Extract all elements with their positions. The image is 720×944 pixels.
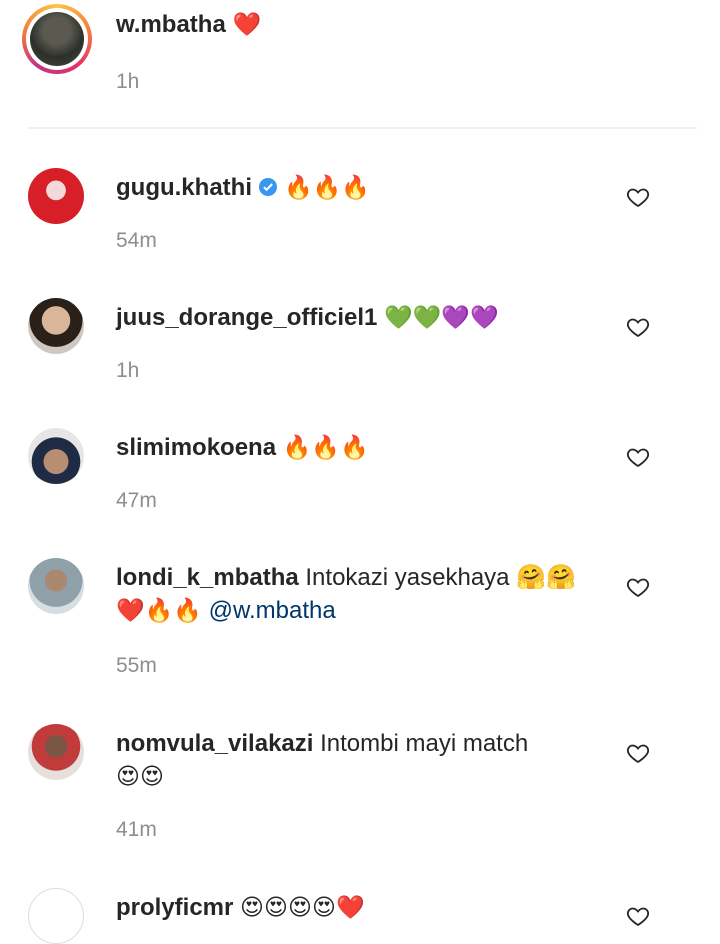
comment-timestamp: 55m	[116, 654, 157, 677]
comment-text: londi_k_mbatha Intokazi yasekhaya 🤗🤗 ❤️🔥…	[116, 561, 596, 628]
comment-avatar[interactable]	[28, 558, 84, 614]
comment-message: Intokazi yasekhaya 🤗🤗	[305, 564, 576, 591]
comment-avatar[interactable]	[28, 888, 84, 944]
caption-timestamp: 1h	[116, 70, 140, 93]
comment-avatar[interactable]	[28, 168, 84, 224]
comment-username[interactable]: nomvula_vilakazi	[116, 730, 313, 757]
comment-text: slimimokoena 🔥🔥🔥	[116, 431, 596, 465]
heart-outline-icon[interactable]	[626, 741, 650, 765]
comment-message: 😍😍😍😍❤️	[240, 895, 365, 921]
comment-username[interactable]: gugu.khathi	[116, 174, 252, 201]
comment-text: gugu.khathi 🔥🔥🔥	[116, 171, 596, 206]
comment-message-emoji: 😍😍	[116, 764, 164, 790]
heart-outline-icon[interactable]	[626, 445, 650, 469]
caption-message: ❤️	[232, 12, 262, 38]
caption-username[interactable]: w.mbatha	[116, 11, 226, 38]
comment-avatar[interactable]	[28, 298, 84, 354]
comment-message: 💚💚💜💜	[384, 305, 499, 331]
comment-username[interactable]: londi_k_mbatha	[116, 564, 299, 591]
comment-row: prolyficmr 😍😍😍😍❤️	[0, 888, 720, 944]
comment-message: 🔥🔥🔥	[283, 175, 370, 201]
comment-row: nomvula_vilakazi Intombi mayi match 😍😍 4…	[0, 724, 720, 848]
comment-row: slimimokoena 🔥🔥🔥 47m	[0, 428, 720, 518]
comment-timestamp: 54m	[116, 229, 157, 252]
verified-badge-icon	[258, 173, 278, 206]
heart-outline-icon[interactable]	[626, 575, 650, 599]
comment-avatar[interactable]	[28, 724, 84, 780]
comment-message: Intombi mayi match	[320, 730, 529, 757]
comment-row: gugu.khathi 🔥🔥🔥 54m	[0, 168, 720, 258]
heart-outline-icon[interactable]	[626, 185, 650, 209]
comment-text: prolyficmr 😍😍😍😍❤️	[116, 891, 596, 925]
comment-username[interactable]: slimimokoena	[116, 434, 276, 461]
comment-mention[interactable]: @w.mbatha	[209, 597, 336, 624]
comment-timestamp: 1h	[116, 359, 140, 382]
comment-username[interactable]: prolyficmr	[116, 894, 233, 921]
comment-row: londi_k_mbatha Intokazi yasekhaya 🤗🤗 ❤️🔥…	[0, 558, 720, 682]
comment-row: juus_dorange_officiel1 💚💚💜💜 1h	[0, 298, 720, 388]
comment-message: 🔥🔥🔥	[282, 435, 369, 461]
comment-username[interactable]: juus_dorange_officiel1	[116, 304, 377, 331]
comment-timestamp: 47m	[116, 489, 157, 512]
post-caption: w.mbatha ❤️ 1h	[0, 0, 720, 128]
heart-outline-icon[interactable]	[626, 904, 650, 928]
caption-divider	[28, 127, 697, 129]
comment-timestamp: 41m	[116, 818, 157, 841]
comment-text: juus_dorange_officiel1 💚💚💜💜	[116, 301, 596, 335]
comment-message-emoji: ❤️🔥🔥	[116, 598, 202, 624]
caption-text: w.mbatha ❤️	[116, 8, 596, 42]
comment-avatar[interactable]	[28, 428, 84, 484]
caption-avatar[interactable]	[22, 4, 92, 74]
comment-text: nomvula_vilakazi Intombi mayi match 😍😍	[116, 727, 596, 794]
heart-outline-icon[interactable]	[626, 315, 650, 339]
